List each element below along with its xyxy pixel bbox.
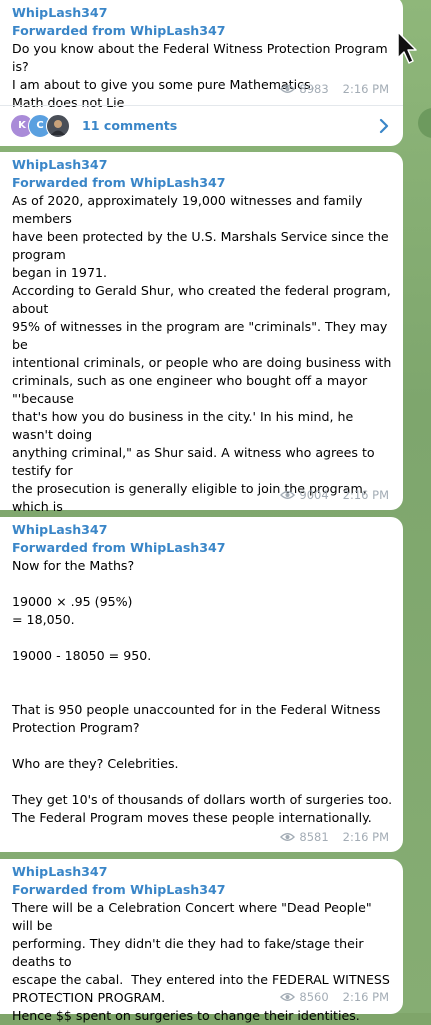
view-count: 8560: [299, 990, 329, 1004]
eye-icon: [280, 491, 296, 499]
message-time: 2:16 PM: [342, 82, 389, 96]
message-text: Do you know about the Federal Witness Pr…: [12, 41, 388, 110]
view-count: 9004: [299, 488, 329, 502]
message-time: 2:16 PM: [342, 830, 389, 844]
view-count: 8581: [299, 830, 329, 844]
commenter-avatars: K C: [10, 114, 74, 138]
comments-link[interactable]: 11 comments: [82, 117, 177, 135]
message-time: 2:16 PM: [342, 488, 389, 502]
chevron-right-icon[interactable]: [379, 118, 389, 134]
message-bubble-1[interactable]: WhipLash347 Forwarded from WhipLash347 D…: [0, 0, 403, 146]
message-author[interactable]: WhipLash347: [12, 4, 395, 22]
mouse-cursor-icon: [397, 31, 417, 64]
avatar: [46, 114, 70, 138]
message-author[interactable]: WhipLash347: [12, 156, 395, 174]
message-text: Now for the Maths? 19000 × .95 (95%) = 1…: [12, 558, 393, 825]
message-meta: 8581 2:16 PM: [280, 828, 389, 846]
eye-icon: [280, 833, 296, 841]
message-bubble-3[interactable]: WhipLash347 Forwarded from WhipLash347 N…: [0, 517, 403, 852]
forwarded-from[interactable]: Forwarded from WhipLash347: [12, 539, 395, 557]
message-meta: 8560 2:16 PM: [280, 988, 389, 1006]
message-text: There will be a Celebration Concert wher…: [12, 900, 390, 1023]
comments-bar[interactable]: K C 11 comments: [0, 105, 403, 146]
avatar-photo: [51, 120, 65, 135]
message-bubble-2[interactable]: WhipLash347 Forwarded from WhipLash347 A…: [0, 152, 403, 730]
eye-icon: [280, 993, 296, 1001]
forwarded-from[interactable]: Forwarded from WhipLash347: [12, 881, 395, 899]
message-bubble-4[interactable]: WhipLash347 Forwarded from WhipLash347 T…: [0, 859, 403, 1023]
message-meta: 9004 2:16 PM: [280, 486, 389, 504]
eye-icon: [280, 85, 296, 93]
message-author[interactable]: WhipLash347: [12, 863, 395, 881]
message-time: 2:16 PM: [342, 990, 389, 1004]
message-meta: 8983 2:16 PM: [280, 80, 389, 98]
forwarded-from[interactable]: Forwarded from WhipLash347: [12, 22, 395, 40]
forwarded-from[interactable]: Forwarded from WhipLash347: [12, 174, 395, 192]
view-count: 8983: [299, 82, 329, 96]
message-author[interactable]: WhipLash347: [12, 521, 395, 539]
